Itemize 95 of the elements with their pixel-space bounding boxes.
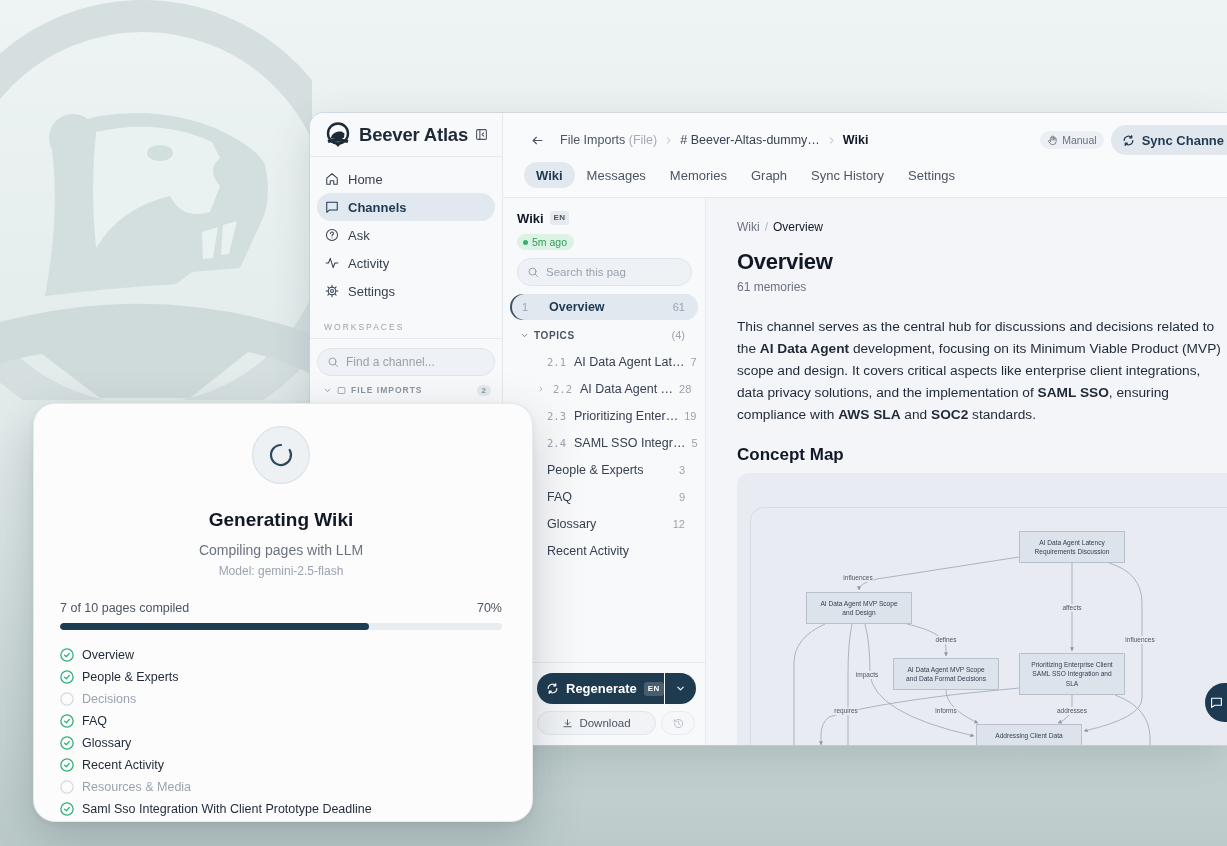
dialog-subtitle: Compiling pages with LLM <box>197 541 365 559</box>
section-label: WORKSPACES <box>310 322 502 339</box>
model-label: Model: gemini-2.5-flash <box>217 564 345 579</box>
search-icon <box>327 356 339 368</box>
nav-item[interactable]: Home <box>317 165 495 193</box>
breadcrumb-separator: / <box>764 220 768 234</box>
page-status-label: Saml Sso Integration With Client Prototype Deadline <box>82 802 372 816</box>
wiki-page-item[interactable]: Glossary 12 <box>510 510 698 537</box>
home-icon <box>325 172 339 186</box>
nav-item[interactable]: Ask <box>317 221 495 249</box>
memory-count: 5 <box>690 436 698 449</box>
nav-item[interactable]: Settings <box>317 277 495 305</box>
dropdown-button[interactable] <box>664 673 696 704</box>
nav-item[interactable]: Channels <box>317 193 495 221</box>
tab[interactable]: Messages <box>574 162 658 188</box>
download-icon <box>562 717 574 729</box>
summary-paragraph: This channel serves as the central hub for discussions and decisions related to the AI Data Agent development, focusing on its Minimum Viable Product (MVP) scope and design. It covers critical aspects like enterprise client integrations, data privacy solutions, and the implementation of SAML SSO, ensuring compliance with AWS SLA and SOC2 standards. <box>737 318 1222 424</box>
page-number: 2.4 <box>547 436 567 449</box>
memory-count: 19 <box>683 409 697 422</box>
wiki-page-item[interactable]: Recent Activity <box>510 537 698 564</box>
wiki-page-item[interactable]: People & Experts 3 <box>510 456 698 483</box>
progress-label: 7 of 10 pages compiled <box>60 600 190 616</box>
page-title: Overview <box>737 248 834 276</box>
wiki-page-item[interactable]: 2.4 SAML SSO Integr… 5 <box>510 429 698 456</box>
page-status-label: Recent Activity <box>82 758 164 772</box>
hand-icon <box>1047 134 1059 146</box>
memory-count: 28 <box>678 382 692 395</box>
tab[interactable]: Sync History <box>799 162 897 188</box>
square-icon <box>337 385 346 395</box>
dialog-title: Generating Wiki <box>207 508 355 532</box>
page-search-field[interactable]: Search this pag <box>517 258 692 286</box>
page-status-label: Decisions <box>82 692 137 706</box>
page-number: 2.1 <box>547 355 567 368</box>
download-button[interactable]: Download <box>537 711 656 735</box>
chevron-right-icon <box>664 135 674 145</box>
chevron-right-icon <box>537 384 545 393</box>
help-chat-button[interactable] <box>1205 683 1227 722</box>
tab[interactable]: Wiki <box>524 162 575 188</box>
tab[interactable]: Memories <box>657 162 739 188</box>
brand-name: Beever Atlas <box>359 123 468 146</box>
page-status-label: People & Experts <box>82 670 179 684</box>
sync-mode-toggle[interactable]: Manual <box>1040 131 1104 149</box>
wiki-page-item[interactable]: 2.2 AI Data Agent … 28 <box>510 375 698 402</box>
memory-count: 7 <box>689 355 697 368</box>
language-label: EN <box>549 211 570 225</box>
breadcrumb-link[interactable]: # Beever-Altas-dummy… <box>680 133 820 147</box>
nav-item[interactable]: Activity <box>317 249 495 277</box>
page-status-label: Overview <box>82 648 135 662</box>
wiki-page-item[interactable]: 1 Overview 61 <box>510 294 698 320</box>
pulse-icon <box>325 256 339 270</box>
beaver-emblem-icon <box>325 121 351 148</box>
breadcrumb-link[interactable]: Wiki <box>737 220 760 234</box>
memory-total: 61 memories <box>737 279 808 295</box>
regenerate-button[interactable]: Regenerate EN <box>537 673 664 704</box>
history-icon <box>672 717 684 729</box>
section-heading: Concept Map <box>737 444 845 466</box>
breadcrumb-link[interactable]: Overview <box>773 220 824 234</box>
wiki-page-item[interactable]: 2.1 AI Data Agent Lat… 7 <box>510 348 698 375</box>
refresh-icon <box>1121 133 1135 147</box>
question-circle-icon <box>325 228 339 242</box>
wiki-page-item[interactable]: 2.3 Prioritizing Enter… 19 <box>510 402 698 429</box>
breadcrumb-link[interactable]: File Imports (File) <box>560 133 658 147</box>
sidebar-toggle-icon[interactable] <box>475 128 488 141</box>
wiki-page-item[interactable]: FAQ 9 <box>510 483 698 510</box>
tab[interactable]: Graph <box>738 162 800 188</box>
loading-spinner-icon <box>252 426 310 484</box>
chat-bubble-icon <box>1210 696 1223 709</box>
connector-line <box>1114 694 1151 745</box>
group-count: 2 <box>476 384 491 396</box>
memory-count: 61 <box>671 301 685 313</box>
channel-search-field[interactable]: Find a channel... <box>317 348 495 376</box>
sync-channel-button[interactable]: Sync Channe <box>1110 125 1227 155</box>
memory-count: 12 <box>671 517 685 530</box>
memory-count: 3 <box>677 463 685 476</box>
tab[interactable]: Settings <box>896 162 968 188</box>
breadcrumb-link[interactable]: Wiki <box>842 133 869 147</box>
chevron-down-icon <box>674 683 686 694</box>
topic-count: (4) <box>670 329 685 341</box>
updated-time: 5m ago <box>532 236 568 248</box>
page-status-label: Resources & Media <box>82 780 192 794</box>
page-number: 2.3 <box>547 409 567 422</box>
language-label: EN <box>643 681 664 696</box>
page-status-label: FAQ <box>82 714 107 728</box>
memory-count: 9 <box>677 490 685 503</box>
page-number: 2.2 <box>553 382 573 395</box>
status-dot-icon <box>523 239 528 245</box>
page-status-label: Glossary <box>82 736 132 750</box>
page-number: 1 <box>522 301 530 313</box>
chat-bubble-icon <box>325 200 339 214</box>
refresh-icon <box>546 682 559 695</box>
progress-percent: 70% <box>476 600 502 616</box>
section-toggle[interactable]: TOPICS (4) <box>510 322 698 348</box>
search-icon <box>527 266 539 278</box>
settings-icon <box>325 284 339 298</box>
wiki-title: Wiki <box>517 210 544 226</box>
